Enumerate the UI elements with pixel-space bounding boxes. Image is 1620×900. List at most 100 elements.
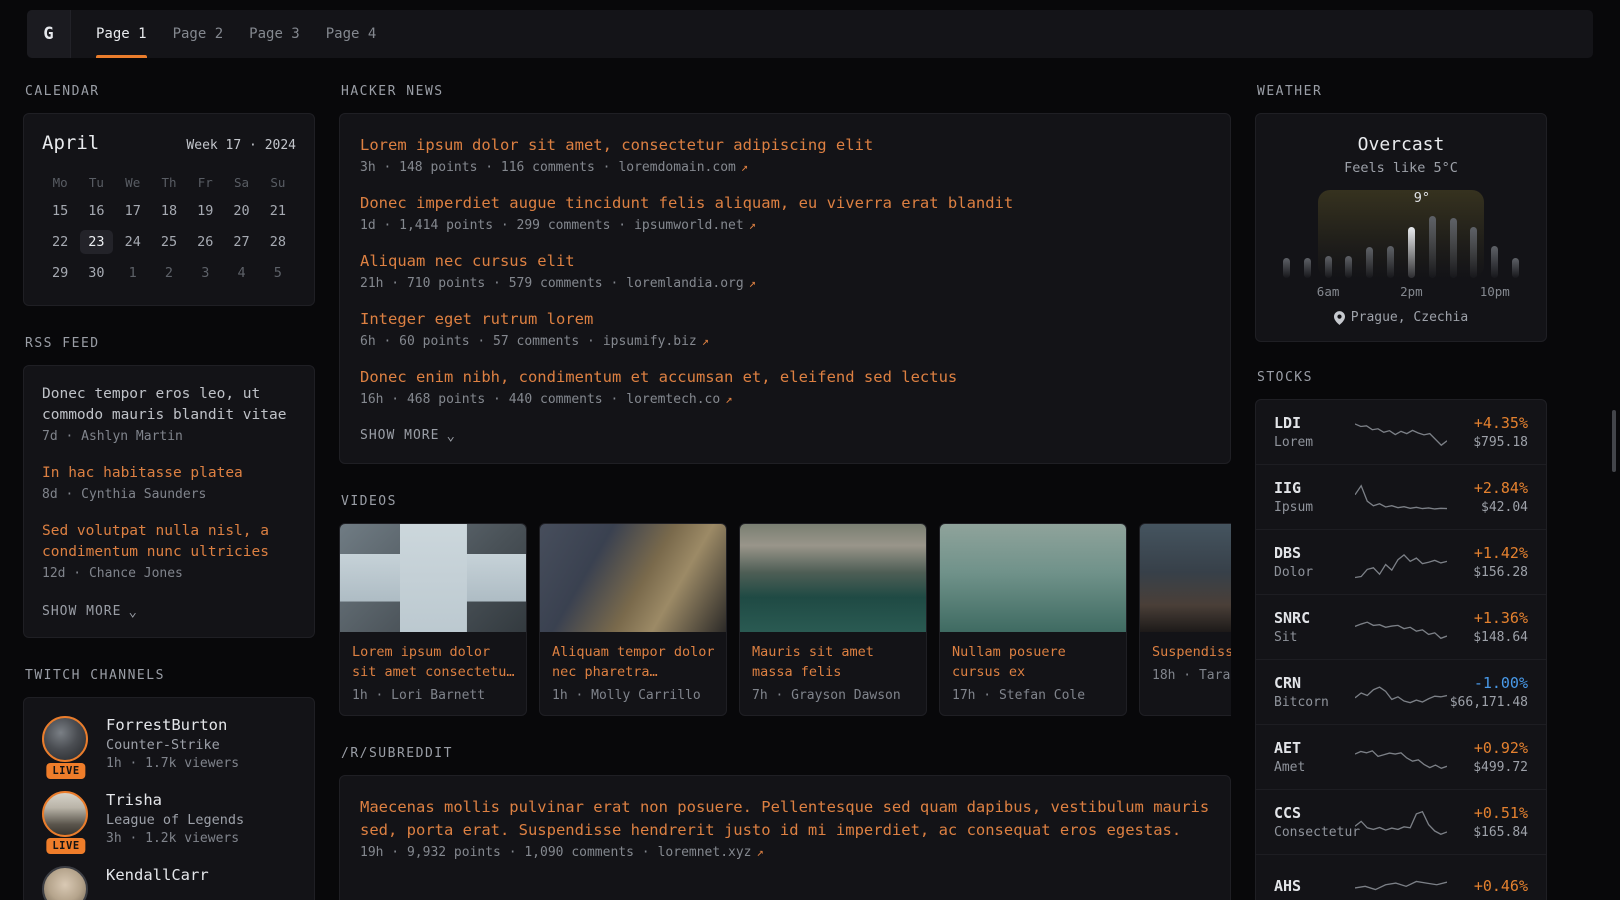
weather-bar-slot: [1380, 216, 1401, 278]
weather-section-title: WEATHER: [1257, 84, 1547, 99]
video-meta: 1h · Molly Carrillo: [552, 688, 714, 703]
stock-sparkline: [1355, 738, 1447, 776]
weather-section: WEATHER Overcast Feels like 5°C 9° 6am2p…: [1255, 84, 1547, 342]
weather-time-labels: 6am2pm10pm: [1276, 284, 1526, 300]
rss-item-meta: 8d · Cynthia Saunders: [42, 487, 296, 502]
live-badge: LIVE: [46, 838, 85, 854]
subreddit-domain-text: loremnet.xyz: [658, 845, 752, 860]
hn-item-title[interactable]: Integer eget rutrum lorem: [360, 308, 1210, 331]
scrollbar[interactable]: [1612, 410, 1616, 472]
subreddit-item-title[interactable]: Maecenas mollis pulvinar erat non posuer…: [360, 796, 1210, 842]
hn-domain-text: loremtech.co: [626, 392, 720, 407]
day-cell: 15: [42, 196, 78, 225]
stock-price: $499.72: [1447, 760, 1528, 775]
show-more-button[interactable]: SHOW MORE⌄: [360, 428, 456, 443]
weather-bar-slot: [1505, 216, 1526, 278]
hn-item-title[interactable]: Donec enim nibh, condimentum et accumsan…: [360, 366, 1210, 389]
stock-name: Lorem: [1274, 435, 1355, 450]
show-more-button[interactable]: SHOW MORE⌄: [42, 604, 138, 619]
calendar-section: CALENDAR April Week 17 · 2024 Mo Tu We T…: [23, 84, 315, 306]
twitch-channel[interactable]: KendallCarr: [42, 866, 296, 900]
day-cell: 28: [260, 227, 296, 256]
subreddit-section: /R/SUBREDDIT Maecenas mollis pulvinar er…: [339, 746, 1231, 900]
day-cell-selected: 23: [78, 227, 114, 256]
day-cell: 16: [78, 196, 114, 225]
weather-bar-slot: [1297, 216, 1318, 278]
subreddit-item-domain[interactable]: loremnet.xyz↗: [658, 845, 764, 860]
video-card[interactable]: Suspendisse diam 18h · Tara: [1139, 523, 1231, 716]
right-column: WEATHER Overcast Feels like 5°C 9° 6am2p…: [1255, 84, 1547, 900]
calendar-card: April Week 17 · 2024 Mo Tu We Th Fr Sa S…: [23, 113, 315, 306]
stock-row: DBSDolor +1.42%$156.28: [1256, 529, 1546, 594]
stock-row: SNRCSit +1.36%$148.64: [1256, 594, 1546, 659]
rss-item-title[interactable]: Donec tempor eros leo, ut commodo mauris…: [42, 384, 296, 426]
video-thumbnail: [540, 524, 726, 632]
rss-item-meta: 7d · Ashlyn Martin: [42, 429, 296, 444]
weather-bar: [1325, 256, 1332, 278]
rss-item-title[interactable]: In hac habitasse platea: [42, 463, 296, 484]
stock-symbol: IIG: [1274, 479, 1355, 497]
page-content: CALENDAR April Week 17 · 2024 Mo Tu We T…: [23, 84, 1544, 900]
selected-day-label: 23: [80, 230, 112, 254]
video-card[interactable]: Aliquam tempor dolor nec pharetra… 1h · …: [539, 523, 727, 716]
tab-page-1[interactable]: Page 1: [96, 10, 147, 58]
rss-item-title[interactable]: Sed volutpat nulla nisl, a condimentum n…: [42, 521, 296, 563]
hackernews-section: HACKER NEWS Lorem ipsum dolor sit amet, …: [339, 84, 1231, 464]
stock-price: $66,171.48: [1447, 695, 1528, 710]
day-cell: 17: [115, 196, 151, 225]
stock-price: $165.84: [1447, 825, 1528, 840]
hn-item: Donec imperdiet augue tincidunt felis al…: [360, 192, 1210, 233]
live-badge: LIVE: [46, 763, 85, 779]
hn-item-title[interactable]: Aliquam nec cursus elit: [360, 250, 1210, 273]
hn-item-domain[interactable]: loremdomain.com↗: [618, 160, 748, 175]
stock-sparkline: [1355, 413, 1447, 451]
tab-page-2[interactable]: Page 2: [173, 10, 224, 58]
twitch-section: TWITCH CHANNELS LIVE ForrestBurton Count…: [23, 668, 315, 900]
stock-change: +1.42%: [1447, 544, 1528, 562]
stock-sparkline: [1355, 673, 1447, 711]
video-thumbnail: [340, 524, 526, 632]
subreddit-item-meta: 19h · 9,932 points · 1,090 comments · lor…: [360, 845, 1210, 860]
channel-meta: 1h · 1.7k viewers: [106, 756, 239, 771]
hn-item-title[interactable]: Donec imperdiet augue tincidunt felis al…: [360, 192, 1210, 215]
hn-card: Lorem ipsum dolor sit amet, consectetur …: [339, 113, 1231, 464]
hn-item: Donec enim nibh, condimentum et accumsan…: [360, 366, 1210, 407]
external-link-icon: ↗: [749, 276, 756, 290]
stock-change: +0.92%: [1447, 739, 1528, 757]
hn-item-meta: 21h · 710 points · 579 comments ·loremla…: [360, 276, 1210, 291]
weather-bar: [1345, 256, 1352, 278]
hn-item-domain[interactable]: ipsumworld.net↗: [634, 218, 756, 233]
hn-item-domain[interactable]: loremlandia.org ↗: [626, 276, 756, 291]
hn-item-meta: 16h · 468 points · 440 comments ·loremte…: [360, 392, 1210, 407]
videos-section: VIDEOS Lorem ipsum dolor sit amet consec…: [339, 494, 1231, 716]
video-card[interactable]: Mauris sit amet massa felis 7h · Grayson…: [739, 523, 927, 716]
calendar-section-title: CALENDAR: [25, 84, 315, 99]
weather-bar-slot: [1318, 216, 1339, 278]
stock-name: Ipsum: [1274, 500, 1355, 515]
stock-row: IIGIpsum +2.84%$42.04: [1256, 464, 1546, 529]
weather-bar: [1512, 258, 1519, 278]
day-cell: 3: [187, 258, 223, 287]
hn-item-domain[interactable]: loremtech.co↗: [626, 392, 732, 407]
stock-price: $42.04: [1447, 500, 1528, 515]
middle-column: HACKER NEWS Lorem ipsum dolor sit amet, …: [339, 84, 1231, 900]
twitch-channel[interactable]: LIVE ForrestBurton Counter-Strike 1h · 1…: [42, 716, 296, 771]
tab-page-3[interactable]: Page 3: [249, 10, 300, 58]
day-cell: 22: [42, 227, 78, 256]
stock-symbol: LDI: [1274, 414, 1355, 432]
hn-item-domain[interactable]: ipsumify.biz↗: [603, 334, 709, 349]
weather-bar-slot: [1276, 216, 1297, 278]
hn-item-title[interactable]: Lorem ipsum dolor sit amet, consectetur …: [360, 134, 1210, 157]
avatar: [42, 716, 88, 762]
twitch-channel[interactable]: LIVE Trisha League of Legends 3h · 1.2k …: [42, 791, 296, 846]
video-meta: 17h · Stefan Cole: [952, 688, 1114, 703]
tab-page-4[interactable]: Page 4: [326, 10, 377, 58]
subreddit-meta-text: 19h · 9,932 points · 1,090 comments ·: [360, 845, 650, 860]
video-card[interactable]: Lorem ipsum dolor sit amet consectetu… 1…: [339, 523, 527, 716]
hn-domain-text: loremlandia.org: [626, 276, 743, 291]
video-card[interactable]: Nullam posuere cursus ex 17h · Stefan Co…: [939, 523, 1127, 716]
hn-domain-text: loremdomain.com: [618, 160, 735, 175]
day-cell: 25: [151, 227, 187, 256]
stock-change: +4.35%: [1447, 414, 1528, 432]
weekday-label: We: [115, 170, 151, 194]
